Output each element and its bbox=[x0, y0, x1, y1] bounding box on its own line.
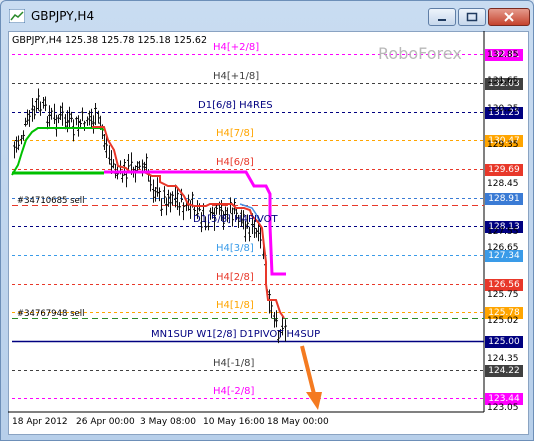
level-label: D1[6/8] H4RES bbox=[198, 99, 273, 111]
order-label: #34767948 sell bbox=[17, 308, 85, 319]
price-axis-tick: 125.02 bbox=[487, 316, 519, 326]
time-axis-tick: 18 Apr 2012 bbox=[12, 417, 68, 427]
level-price-box: 126.56 bbox=[485, 278, 523, 291]
price-axis-tick: 132.85 bbox=[487, 50, 519, 60]
level-price-box: 129.69 bbox=[485, 163, 523, 176]
time-axis-tick: 10 May 16:00 bbox=[203, 417, 265, 427]
level-label: H4[1/8] bbox=[216, 299, 254, 311]
price-axis-tick: 124.35 bbox=[487, 354, 519, 364]
price-axis-tick: 126.65 bbox=[487, 243, 519, 253]
level-label: H4[6/8] bbox=[216, 156, 254, 168]
level-label: MN1SUP W1[2/8] D1PIVOT H4SUP bbox=[151, 328, 321, 340]
level-label: H4[2/8] bbox=[216, 271, 254, 283]
order-label: #34710685 sell bbox=[17, 195, 85, 206]
level-label: H4[7/8] bbox=[216, 127, 254, 139]
level-label: H4[-1/8] bbox=[213, 357, 255, 369]
forecast-arrow-head bbox=[306, 392, 322, 410]
price-axis-tick: 128.45 bbox=[487, 179, 519, 189]
level-label: D1[5/8] H4PIVOT bbox=[193, 213, 278, 225]
level-label: H4[-2/8] bbox=[213, 385, 255, 397]
level-label: H4[+1/8] bbox=[213, 70, 260, 82]
price-axis-tick: 123.05 bbox=[487, 403, 519, 413]
price-axis-tick: 125.75 bbox=[487, 290, 519, 300]
green-trend-line bbox=[11, 127, 105, 176]
level-price-box: 124.22 bbox=[485, 364, 523, 377]
level-price-box: 125.00 bbox=[485, 335, 523, 348]
level-price-box: 128.91 bbox=[485, 192, 523, 205]
price-axis-tick: 131.65 bbox=[487, 76, 519, 86]
price-axis-tick: 129.35 bbox=[487, 140, 519, 150]
time-axis-tick: 18 May 00:00 bbox=[267, 417, 329, 427]
level-label: H4[3/8] bbox=[216, 242, 254, 254]
level-label: H4[+2/8] bbox=[213, 41, 260, 53]
price-axis-tick: 130.25 bbox=[487, 104, 519, 114]
time-axis-tick: 26 Apr 00:00 bbox=[76, 417, 135, 427]
symbol-info: GBPJPY,H4 125.38 125.78 125.18 125.62 bbox=[12, 35, 207, 46]
watermark: RoboForex bbox=[378, 44, 462, 63]
price-axis-tick: 127.55 bbox=[487, 227, 519, 237]
time-axis-tick: 3 May 08:00 bbox=[140, 417, 196, 427]
